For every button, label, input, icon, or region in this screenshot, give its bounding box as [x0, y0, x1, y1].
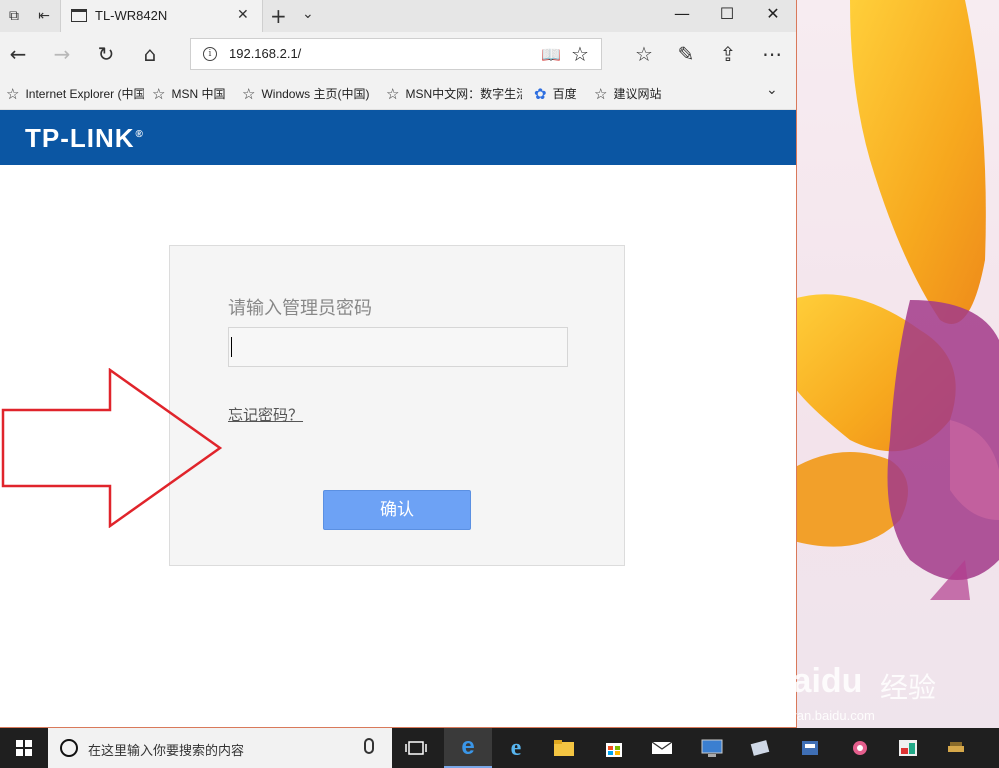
admin-password-input[interactable]: [228, 327, 568, 367]
windows-start-icon[interactable]: [0, 728, 48, 768]
app-icon-8[interactable]: [836, 728, 884, 768]
address-bar[interactable]: i 192.168.2.1/ 📖 ☆: [190, 38, 602, 70]
file-explorer-icon[interactable]: [540, 728, 588, 768]
confirm-button[interactable]: 确认: [323, 490, 471, 530]
tab-overview-icon[interactable]: ⧉: [4, 6, 24, 26]
text-cursor: [231, 337, 232, 357]
favorite-msn-cn[interactable]: ☆ MSN中文网：数字生活: [386, 85, 522, 103]
password-prompt-label: 请输入管理员密码: [228, 298, 372, 319]
home-icon[interactable]: ⌂: [136, 40, 164, 68]
chevron-down-icon[interactable]: ⌄: [766, 82, 778, 98]
maximize-icon[interactable]: ☐: [707, 4, 747, 23]
login-panel: 请输入管理员密码 忘记密码？ 确认: [169, 245, 625, 566]
tab-bar: ⧉ ⇤ TL-WR842N ✕ + ⌄ — ☐ ✕: [0, 0, 796, 32]
more-icon[interactable]: ⋯: [758, 40, 786, 68]
star-icon: ☆: [152, 86, 166, 103]
star-icon: ☆: [242, 86, 256, 103]
web-note-icon[interactable]: ✎: [672, 40, 700, 68]
chevron-down-icon[interactable]: ⌄: [302, 6, 314, 22]
watermark-url: jingyan.baidu.com: [770, 708, 875, 723]
app-icon-6[interactable]: [736, 728, 784, 768]
favorites-hub-icon[interactable]: ☆: [630, 40, 658, 68]
close-tab-icon[interactable]: ✕: [237, 7, 249, 23]
navigation-bar: ← → ↻ ⌂ i 192.168.2.1/ 📖 ☆ ☆ ✎ ⇪ ⋯: [0, 32, 796, 76]
favorite-ie[interactable]: ☆ Internet Explorer (中国): [6, 85, 144, 103]
baidu-paw-icon: ✿: [534, 86, 547, 103]
search-placeholder: 在这里输入你要搜索的内容: [88, 744, 245, 759]
star-icon: ☆: [6, 86, 20, 103]
favorite-suggested[interactable]: ☆ 建议网站: [594, 85, 674, 103]
app-icon-9[interactable]: [884, 728, 932, 768]
favorites-bar: ☆ Internet Explorer (中国) ☆ MSN 中国 ☆ Windows…: [0, 76, 796, 110]
app-icon-7[interactable]: [786, 728, 834, 768]
favorite-baidu[interactable]: ✿ 百度: [534, 85, 588, 103]
network-app-icon[interactable]: [688, 728, 736, 768]
task-view-icon[interactable]: [392, 728, 440, 768]
tp-link-logo: TP-LINK®: [25, 123, 144, 153]
refresh-icon[interactable]: ↻: [92, 40, 120, 68]
watermark-logo: Baidu: [768, 662, 863, 700]
browser-window: ⧉ ⇤ TL-WR842N ✕ + ⌄ — ☐ ✕ ← → ↻ ⌂ i 192.…: [0, 0, 797, 728]
taskbar-search-box[interactable]: 在这里输入你要搜索的内容: [48, 728, 392, 768]
star-icon: ☆: [594, 86, 608, 103]
microphone-icon[interactable]: [364, 738, 374, 754]
share-icon[interactable]: ⇪: [714, 40, 742, 68]
tab-tl-wr842n[interactable]: TL-WR842N ✕: [60, 0, 263, 32]
store-icon[interactable]: [590, 728, 638, 768]
page-icon: [71, 9, 87, 22]
mail-icon[interactable]: [638, 728, 686, 768]
favorite-windows[interactable]: ☆ Windows 主页(中国): [242, 85, 376, 103]
back-icon[interactable]: ←: [4, 40, 32, 68]
new-tab-icon[interactable]: +: [270, 4, 287, 28]
edge-icon[interactable]: e: [444, 728, 492, 768]
forward-icon[interactable]: →: [48, 40, 76, 68]
url-text[interactable]: 192.168.2.1/: [229, 46, 301, 61]
cortana-icon: [60, 739, 78, 757]
favorite-star-icon[interactable]: ☆: [571, 42, 589, 66]
forgot-password-link[interactable]: 忘记密码？: [228, 404, 303, 425]
baidu-jingyan-watermark: Baidu 经验 jingyan.baidu.com: [760, 660, 995, 728]
close-window-icon[interactable]: ✕: [753, 4, 793, 23]
red-arrow-annotation: [1, 368, 223, 528]
reading-view-icon[interactable]: 📖: [541, 45, 561, 64]
set-tabs-aside-icon[interactable]: ⇤: [34, 6, 54, 26]
router-login-page: TP-LINK® 请输入管理员密码 忘记密码？ 确认: [0, 110, 796, 727]
favorite-msn[interactable]: ☆ MSN 中国: [152, 85, 234, 103]
minimize-icon[interactable]: —: [662, 4, 702, 23]
app-icon-10[interactable]: [932, 728, 980, 768]
taskbar: 在这里输入你要搜索的内容 e e: [0, 728, 999, 768]
internet-explorer-icon[interactable]: e: [492, 728, 540, 768]
tab-title: TL-WR842N: [95, 8, 168, 23]
star-icon: ☆: [386, 86, 400, 103]
info-icon[interactable]: i: [203, 47, 217, 61]
brand-header: TP-LINK®: [0, 110, 796, 165]
watermark-text: 经验: [880, 671, 937, 704]
